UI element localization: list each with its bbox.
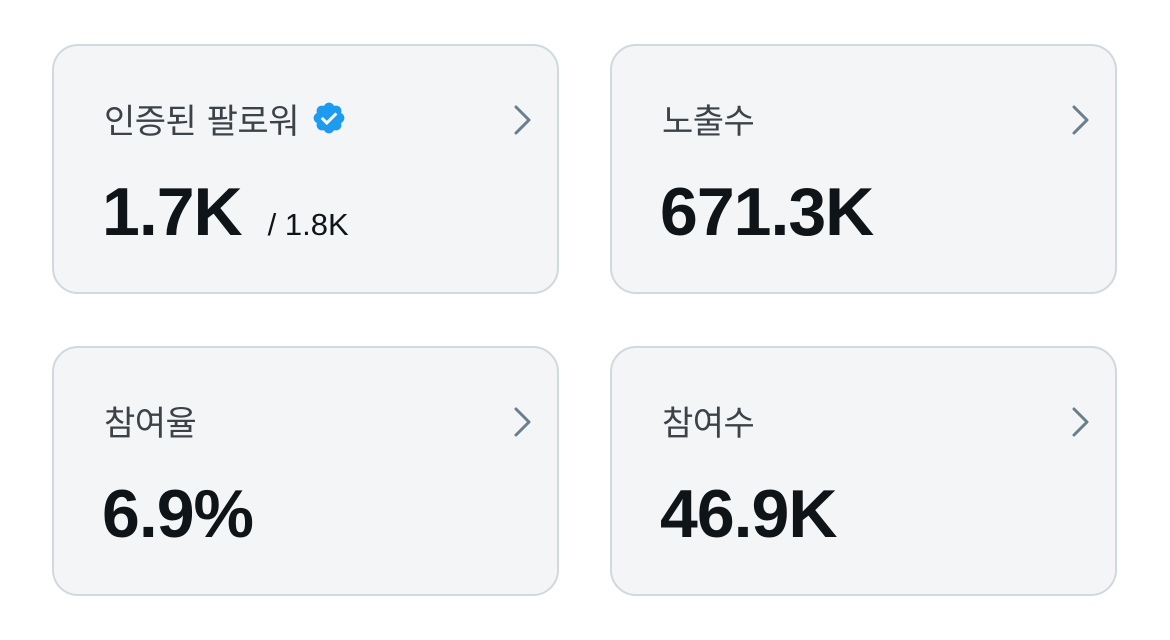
metric-value: 1.7K [102, 174, 243, 250]
card-label: 참여수 [662, 403, 755, 444]
chevron-right-icon[interactable] [1069, 102, 1093, 138]
metric-value: 46.9K [660, 476, 837, 552]
metric-value: 6.9% [102, 476, 254, 552]
card-header: 인증된 팔로워 [104, 96, 347, 142]
card-header: 참여수 [662, 398, 755, 444]
card-impressions[interactable]: 노출수 671.3K [610, 44, 1117, 294]
card-header: 노출수 [662, 96, 755, 142]
value-row: 1.7K / 1.8K [102, 178, 349, 246]
metric-total: / 1.8K [267, 207, 349, 242]
value-row: 46.9K [660, 476, 837, 552]
chevron-right-icon[interactable] [511, 102, 535, 138]
metric-value: 671.3K [660, 174, 874, 250]
card-engagement-rate[interactable]: 참여율 6.9% [52, 346, 559, 596]
chevron-right-icon[interactable] [511, 404, 535, 440]
value-row: 6.9% [102, 476, 254, 552]
card-verified-followers[interactable]: 인증된 팔로워 1.7K / 1.8K [52, 44, 559, 294]
chevron-right-icon[interactable] [1069, 404, 1093, 440]
verified-badge-icon [313, 102, 345, 134]
card-label: 참여율 [104, 403, 197, 444]
card-label: 인증된 팔로워 [104, 101, 300, 142]
card-label: 노출수 [662, 101, 755, 142]
card-engagements[interactable]: 참여수 46.9K [610, 346, 1117, 596]
value-row: 671.3K [660, 174, 874, 250]
card-header: 참여율 [104, 398, 197, 444]
